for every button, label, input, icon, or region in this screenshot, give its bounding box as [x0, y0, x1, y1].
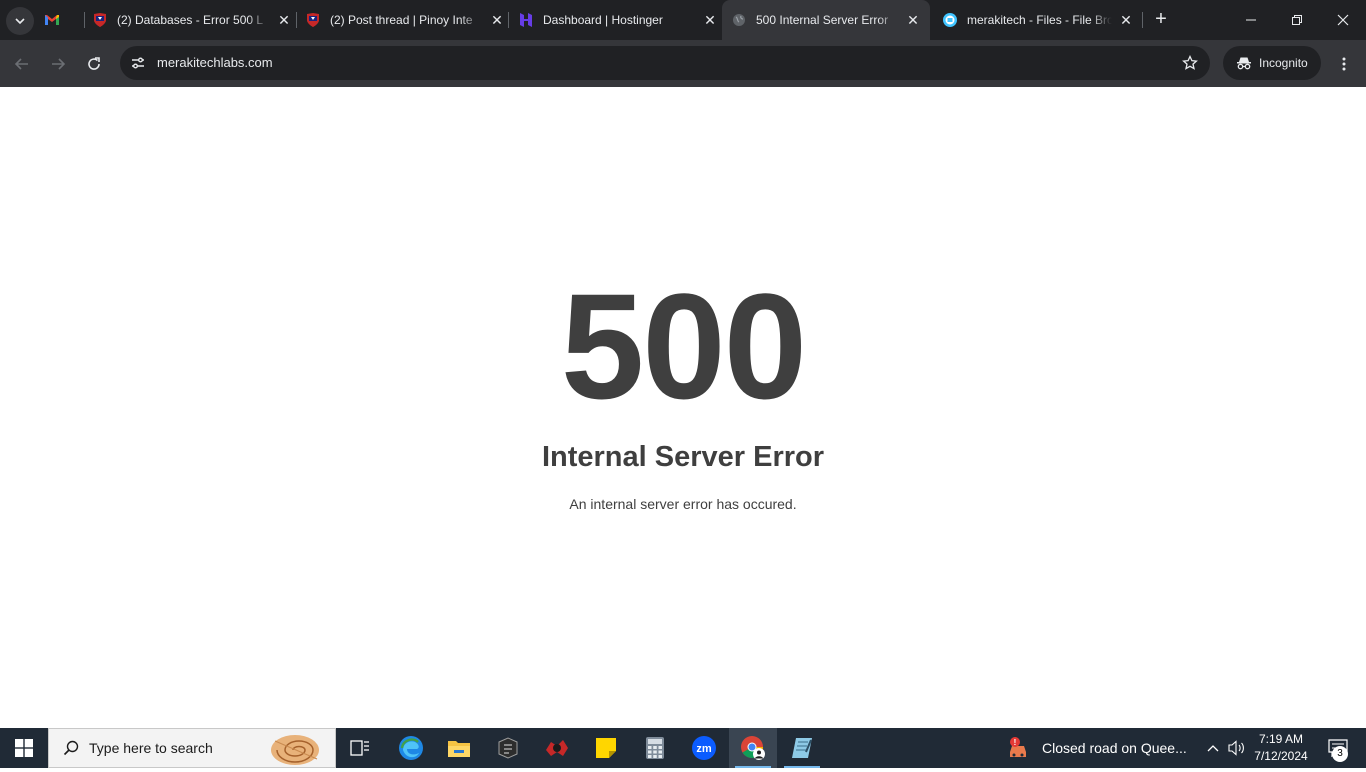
- restore-button[interactable]: [1274, 0, 1320, 40]
- chrome-incognito-icon: [741, 736, 765, 760]
- windows-taskbar: Type here to search zm ! Closed road on …: [0, 728, 1366, 768]
- globe-icon: [731, 12, 747, 28]
- tab-title: Dashboard | Hostinger: [543, 13, 663, 27]
- start-button[interactable]: [0, 728, 48, 768]
- error-message: An internal server error has occured.: [569, 496, 797, 512]
- search-placeholder: Type here to search: [89, 740, 213, 756]
- reload-button[interactable]: [80, 50, 108, 78]
- tab-databases[interactable]: (2) Databases - Error 500 L ✕: [92, 0, 292, 40]
- minimize-icon: [1246, 19, 1256, 21]
- taskbar-search-box[interactable]: Type here to search: [48, 728, 336, 768]
- incognito-icon: [1235, 54, 1253, 72]
- browser-chrome: (2) Databases - Error 500 L ✕ (2) Post t…: [0, 0, 1366, 87]
- svg-text:zm: zm: [696, 743, 712, 755]
- clock-time: 7:19 AM: [1258, 732, 1304, 746]
- show-hidden-icons-button[interactable]: [1202, 728, 1224, 768]
- tab-file-browser[interactable]: merakitech - Files - File Bro ✕: [942, 0, 1134, 40]
- notepad-icon: [792, 738, 812, 758]
- calculator-taskbar-button[interactable]: [631, 728, 679, 768]
- browser-toolbar: merakitechlabs.com Incognito: [0, 40, 1366, 87]
- windows-logo-icon: [15, 739, 33, 757]
- news-headline: Closed road on Quee...: [1042, 740, 1187, 756]
- incognito-label: Incognito: [1259, 56, 1308, 70]
- tab-post-thread[interactable]: (2) Post thread | Pinoy Inte ✕: [305, 0, 505, 40]
- tab-title: 500 Internal Server Error: [756, 13, 889, 27]
- tab-title: merakitech - Files - File Bro: [967, 13, 1112, 27]
- sticky-notes-taskbar-button[interactable]: [582, 728, 630, 768]
- site-settings-icon[interactable]: [128, 53, 148, 73]
- notification-count-badge: 3: [1332, 746, 1348, 762]
- app-taskbar-button[interactable]: [484, 728, 532, 768]
- minimize-button[interactable]: [1228, 0, 1274, 40]
- task-view-icon: [350, 740, 369, 756]
- zoom-taskbar-button[interactable]: zm: [680, 728, 728, 768]
- tab-separator: [296, 12, 297, 28]
- tab-separator: [508, 12, 509, 28]
- filebrowser-icon: [942, 12, 958, 28]
- chrome-taskbar-button[interactable]: [729, 728, 777, 768]
- sticky-notes-icon: [596, 738, 616, 758]
- dark-app-icon: [498, 737, 518, 759]
- arrow-right-icon: [52, 58, 66, 70]
- close-icon[interactable]: ✕: [702, 12, 718, 28]
- clock-date: 7/12/2024: [1254, 749, 1308, 763]
- close-window-button[interactable]: [1320, 0, 1366, 40]
- forum-shield-icon: [305, 12, 321, 28]
- back-button[interactable]: [8, 50, 36, 78]
- chevron-up-icon: [1207, 745, 1219, 752]
- news-widget[interactable]: ! Closed road on Quee...: [1004, 728, 1194, 768]
- calculator-icon: [646, 737, 664, 759]
- notepad-taskbar-button[interactable]: [778, 728, 826, 768]
- file-explorer-taskbar-button[interactable]: [435, 728, 483, 768]
- gmail-icon: [44, 12, 60, 28]
- traffic-alert-icon: !: [1006, 734, 1034, 762]
- red-bull-app-icon: [546, 740, 568, 756]
- arrow-left-icon: [14, 58, 28, 70]
- edge-taskbar-button[interactable]: [387, 728, 435, 768]
- url-text: merakitechlabs.com: [157, 55, 273, 70]
- search-highlight-shell-icon: [265, 731, 321, 767]
- tab-separator: [84, 12, 85, 28]
- tab-strip: (2) Databases - Error 500 L ✕ (2) Post t…: [0, 0, 1366, 40]
- browser-menu-button[interactable]: [1332, 50, 1356, 78]
- zoom-icon: zm: [692, 736, 716, 760]
- new-tab-button[interactable]: +: [1150, 9, 1172, 31]
- restore-icon: [1292, 15, 1302, 25]
- reload-icon: [88, 57, 100, 70]
- forward-button[interactable]: [44, 50, 72, 78]
- tab-search-button[interactable]: [6, 7, 34, 35]
- notification-center-button[interactable]: 3: [1318, 728, 1358, 768]
- address-bar[interactable]: merakitechlabs.com: [120, 46, 1210, 80]
- chevron-down-icon: [15, 18, 25, 25]
- tab-separator: [1142, 12, 1143, 28]
- incognito-indicator[interactable]: Incognito: [1223, 46, 1321, 80]
- edge-icon: [399, 736, 423, 760]
- svg-text:!: !: [1014, 738, 1017, 747]
- tab-title: (2) Databases - Error 500 L: [117, 13, 264, 27]
- volume-button[interactable]: [1226, 728, 1248, 768]
- more-vert-icon: [1342, 57, 1346, 71]
- close-icon[interactable]: ✕: [276, 12, 292, 28]
- system-clock[interactable]: 7:19 AM 7/12/2024: [1248, 731, 1314, 765]
- hostinger-icon: [518, 12, 534, 28]
- close-icon[interactable]: ✕: [1118, 12, 1134, 28]
- close-icon: [1337, 14, 1349, 26]
- close-icon[interactable]: ✕: [905, 12, 921, 28]
- tab-hostinger[interactable]: Dashboard | Hostinger ✕: [518, 0, 718, 40]
- bookmark-star-icon[interactable]: [1180, 53, 1200, 73]
- folder-icon: [448, 741, 470, 757]
- error-code: 500: [560, 262, 807, 430]
- search-icon: [61, 738, 81, 758]
- error-title: Internal Server Error: [541, 441, 825, 473]
- speaker-icon: [1228, 740, 1244, 756]
- close-icon[interactable]: ✕: [489, 12, 505, 28]
- task-view-button[interactable]: [336, 728, 384, 768]
- tab-gmail[interactable]: [44, 0, 84, 40]
- tab-title: (2) Post thread | Pinoy Inte: [330, 13, 473, 27]
- tab-500-error[interactable]: 500 Internal Server Error ✕: [722, 0, 930, 40]
- forum-shield-icon: [92, 12, 108, 28]
- page-content: 500 Internal Server Error An internal se…: [0, 87, 1366, 728]
- app-taskbar-button[interactable]: [533, 728, 581, 768]
